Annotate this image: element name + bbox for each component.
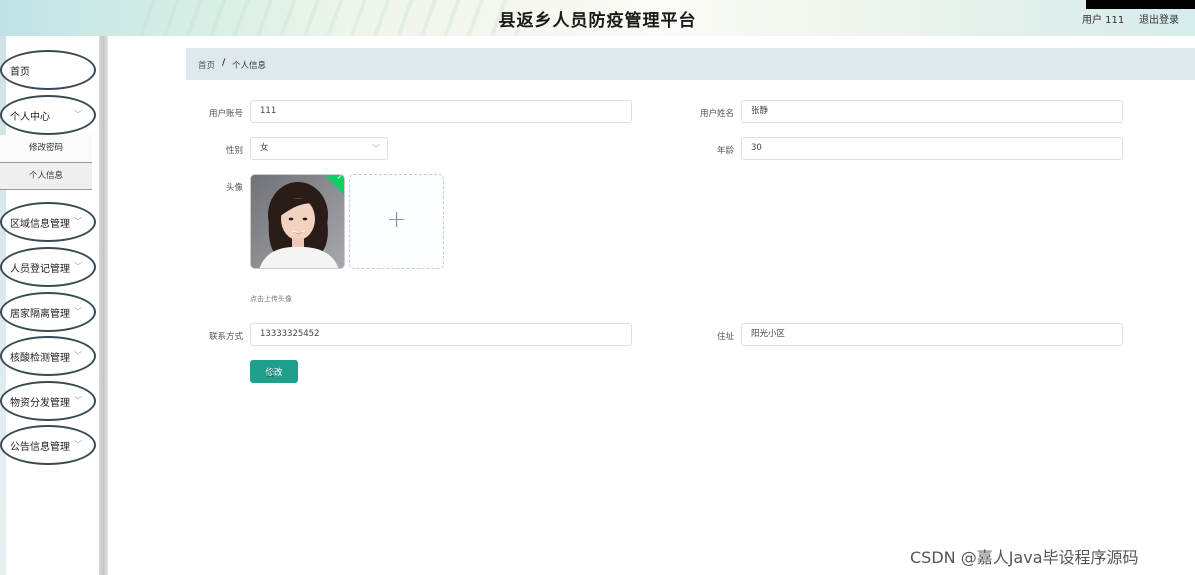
gender-label: 性别 [225, 146, 243, 156]
address-label: 住址 [716, 332, 734, 342]
sidebar-item-personnel-registration[interactable]: 人员登记管理 ﹀ [0, 247, 96, 287]
sidebar-item-supply-distribution[interactable]: 物资分发管理 ﹀ [0, 381, 96, 421]
logout-link[interactable]: 退出登录 [1139, 11, 1179, 26]
avatar-photo [251, 175, 344, 268]
age-input[interactable]: 30 [741, 137, 1123, 160]
sidebar-item-label: 人员登记管理 [10, 264, 70, 275]
current-user-label: 用户 111 [1082, 15, 1125, 26]
gender-select[interactable]: 女 [250, 137, 388, 160]
sidebar-scrollbar[interactable] [99, 36, 108, 575]
chevron-down-icon: ﹀ [74, 217, 82, 226]
account-label: 用户账号 [208, 109, 243, 119]
sidebar-item-label: 物资分发管理 [10, 398, 70, 409]
divider [0, 189, 92, 190]
avatar-label: 头像 [225, 183, 243, 193]
avatar-upload-box[interactable]: + [349, 174, 444, 269]
sidebar: 首页 个人中心 ﹀ 修改密码 个人信息 区域信息管理 ﹀ 人员登记管理 ﹀ 居家… [0, 36, 108, 575]
address-input[interactable]: 阳光小区 [741, 323, 1123, 346]
breadcrumb-home-link[interactable]: 首页 [198, 59, 215, 71]
chevron-down-icon: ﹀ [74, 307, 82, 316]
account-input[interactable]: 111 [250, 100, 632, 123]
sidebar-item-home[interactable]: 首页 [0, 50, 96, 90]
name-input[interactable]: 张静 [741, 100, 1123, 123]
app-title: 县返乡人员防疫管理平台 [498, 11, 697, 31]
sidebar-item-nucleic-test[interactable]: 核酸检测管理 ﹀ [0, 336, 96, 376]
sidebar-item-announcements[interactable]: 公告信息管理 ﹀ [0, 425, 96, 465]
avatar-thumbnail[interactable]: ✓ [250, 174, 345, 269]
age-label: 年龄 [716, 146, 734, 156]
sidebar-item-region-info[interactable]: 区域信息管理 ﹀ [0, 202, 96, 242]
name-label: 用户姓名 [699, 109, 734, 119]
chevron-down-icon: ﹀ [74, 262, 82, 271]
phone-label: 联系方式 [208, 332, 243, 342]
chevron-down-icon: ﹀ [74, 396, 82, 405]
breadcrumb: 首页 / 个人信息 [186, 48, 1195, 80]
breadcrumb-separator: / [222, 58, 226, 68]
sidebar-item-label: 个人中心 [10, 112, 50, 123]
submenu-personal-info[interactable]: 个人信息 [0, 163, 92, 190]
check-icon: ✓ [336, 174, 344, 182]
phone-input[interactable]: 13333325452 [250, 323, 632, 346]
upload-tip: 点击上传头像 [250, 295, 292, 303]
chevron-down-icon: ﹀ [74, 110, 82, 119]
watermark: CSDN @嘉人Java毕设程序源码 [910, 548, 1139, 567]
top-header: 县返乡人员防疫管理平台 用户 111 退出登录 [0, 0, 1195, 36]
sidebar-item-label: 公告信息管理 [10, 442, 70, 453]
chevron-down-icon: ﹀ [372, 144, 380, 153]
sidebar-item-label: 首页 [10, 67, 30, 78]
sidebar-item-label: 核酸检测管理 [10, 353, 70, 364]
plus-icon: + [386, 205, 407, 233]
submit-button[interactable]: 修改 [250, 360, 298, 383]
sidebar-item-home-isolation[interactable]: 居家隔离管理 ﹀ [0, 292, 96, 332]
sidebar-item-label: 区域信息管理 [10, 219, 70, 230]
chevron-down-icon: ﹀ [74, 440, 82, 449]
breadcrumb-current: 个人信息 [232, 61, 267, 71]
sidebar-item-personal-center[interactable]: 个人中心 ﹀ [0, 95, 96, 135]
submenu-change-password[interactable]: 修改密码 [0, 135, 92, 162]
chevron-down-icon: ﹀ [74, 351, 82, 360]
redaction-box [1086, 0, 1195, 9]
sidebar-item-label: 居家隔离管理 [10, 309, 70, 320]
